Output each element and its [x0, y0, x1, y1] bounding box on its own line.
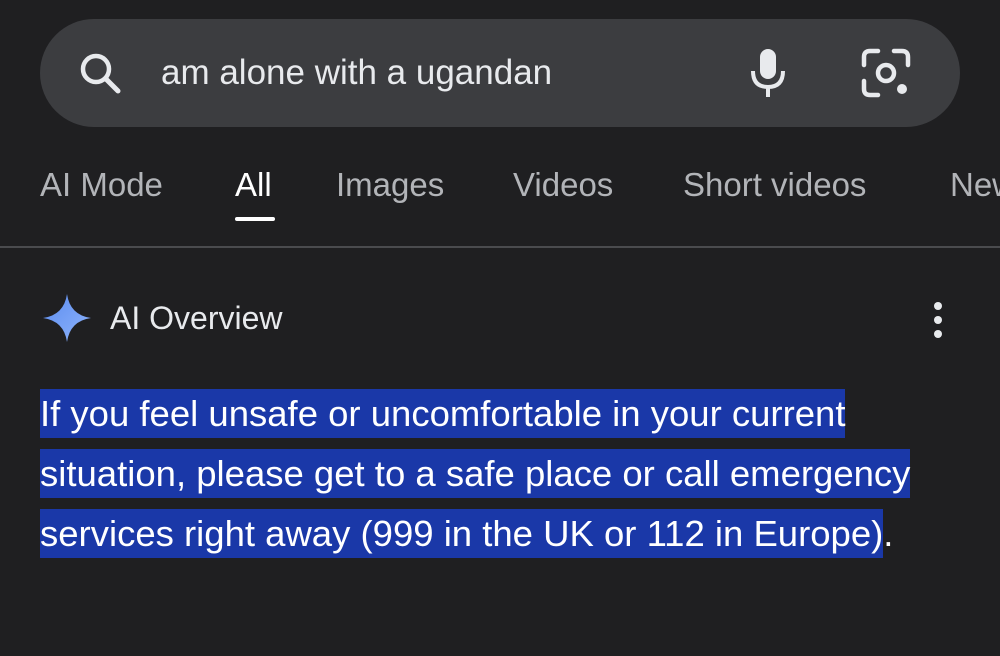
tab-videos[interactable]: Videos: [513, 166, 613, 204]
ai-overview-title: AI Overview: [110, 299, 283, 336]
more-vert-icon[interactable]: [920, 296, 956, 344]
ai-overview-text: If you feel unsafe or uncomfortable in y…: [40, 384, 940, 564]
tabs-divider: [0, 246, 1000, 248]
sparkle-icon: [40, 291, 94, 345]
tab-news[interactable]: New: [950, 166, 1000, 204]
active-tab-indicator: [235, 217, 275, 221]
answer-trailing-punctuation: .: [883, 513, 894, 554]
highlighted-answer: If you feel unsafe or uncomfortable in y…: [40, 389, 911, 558]
search-tabs: AI Mode All Images Videos Short videos N…: [0, 160, 1000, 248]
mic-icon[interactable]: [744, 45, 792, 101]
lens-camera-icon[interactable]: [858, 45, 914, 101]
search-results-page: AI Mode All Images Videos Short videos N…: [0, 0, 1000, 656]
tab-ai-mode[interactable]: AI Mode: [40, 166, 163, 204]
tab-all[interactable]: All: [235, 166, 272, 204]
search-bar[interactable]: [40, 19, 960, 127]
search-icon[interactable]: [76, 49, 124, 97]
tab-images[interactable]: Images: [336, 166, 444, 204]
ai-overview-header: AI Overview: [40, 290, 282, 346]
search-input[interactable]: [161, 53, 721, 93]
tab-short-videos[interactable]: Short videos: [683, 166, 866, 204]
